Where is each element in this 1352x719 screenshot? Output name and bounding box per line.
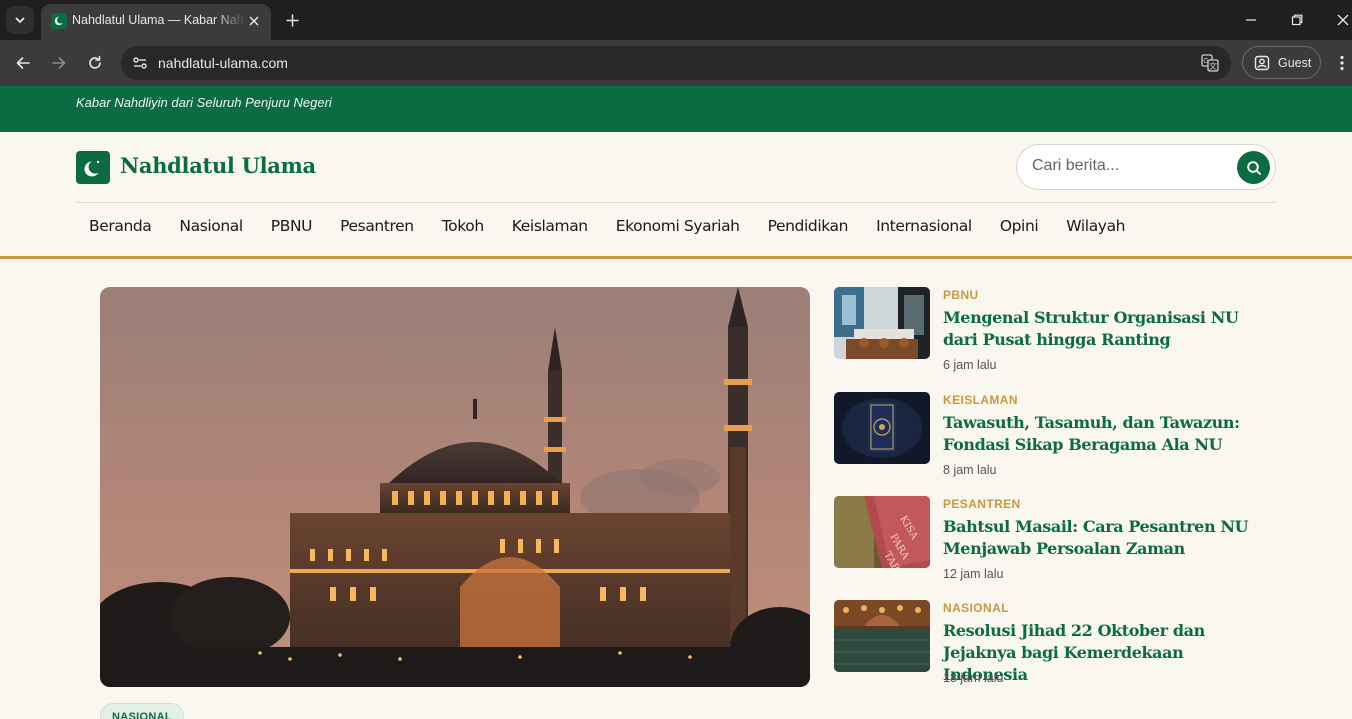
article-title[interactable]: Mengenal Struktur Organisasi NU dari Pus… [943,307,1263,351]
search-icon [1246,160,1261,175]
arrow-right-icon [52,57,66,69]
reload-icon [89,55,101,69]
nav-item-tokoh[interactable]: Tokoh [428,217,498,235]
side-article[interactable]: KEISLAMAN Tawasuth, Tasamuh, dan Tawazun… [834,392,1274,482]
main-navigation: Beranda Nasional PBNU Pesantren Tokoh Ke… [75,217,1139,235]
browser-tab-active[interactable]: Nahdlatul Ulama — Kabar Nahdliyin [41,4,271,40]
side-article[interactable]: KISA PARA TAB PESANTREN Bahtsul Masail: … [834,496,1274,586]
article-thumbnail[interactable] [834,287,930,359]
profile-label: Guest [1278,55,1312,70]
nav-item-nasional[interactable]: Nasional [165,217,256,235]
article-title[interactable]: Tawasuth, Tasamuh, dan Tawazun: Fondasi … [943,412,1263,456]
nav-item-pendidikan[interactable]: Pendidikan [754,217,862,235]
article-time: 12 jam lalu [943,567,1004,581]
article-title[interactable]: Bahtsul Masail: Cara Pesantren NU Menjaw… [943,516,1263,560]
site-logo-text[interactable]: Nahdlatul Ulama [120,153,316,178]
hero-image[interactable] [100,287,810,687]
article-category[interactable]: PBNU [943,288,979,302]
nav-item-pbnu[interactable]: PBNU [257,217,326,235]
profile-button[interactable]: Guest [1242,46,1321,79]
tab-search-button[interactable] [6,6,34,34]
article-time: 8 jam lalu [943,463,997,477]
browser-toolbar: nahdlatul-ulama.com 文G Guest [0,40,1352,86]
article-thumbnail[interactable] [834,392,930,464]
nav-item-beranda[interactable]: Beranda [75,217,165,235]
close-tab-icon[interactable] [245,12,263,30]
site-header: Nahdlatul Ulama Beranda Nasional PBNU Pe… [0,132,1352,259]
minimize-window-icon[interactable] [1243,12,1259,28]
plus-icon [286,14,298,26]
article-category[interactable]: KEISLAMAN [943,393,1018,407]
article-category[interactable]: NASIONAL [943,601,1009,615]
tab-title: Nahdlatul Ulama — Kabar Nahdliyin [72,13,246,27]
nav-item-wilayah[interactable]: Wilayah [1052,217,1139,235]
translate-icon[interactable]: 文G [1201,54,1219,72]
side-article[interactable]: PBNU Mengenal Struktur Organisasi NU dar… [834,287,1274,377]
restore-window-icon[interactable] [1289,12,1305,28]
side-article[interactable]: NASIONAL Resolusi Jihad 22 Oktober dan J… [834,600,1274,690]
article-thumbnail[interactable] [834,600,930,672]
nav-item-internasional[interactable]: Internasional [862,217,986,235]
search-button[interactable] [1237,151,1270,184]
article-category[interactable]: PESANTREN [943,497,1021,511]
header-divider [76,202,1276,203]
close-window-icon[interactable] [1335,12,1351,28]
browser-tab-bar: Nahdlatul Ulama — Kabar Nahdliyin [0,0,1352,40]
nav-item-ekonomi-syariah[interactable]: Ekonomi Syariah [602,217,754,235]
nav-item-opini[interactable]: Opini [986,217,1052,235]
svg-text:文: 文 [1209,61,1217,71]
arrow-left-icon [16,57,30,69]
article-time: 18 jam lalu [943,671,1004,685]
browser-menu-icon[interactable] [1334,53,1350,73]
crescent-logo-icon[interactable] [76,151,110,184]
article-time: 6 jam lalu [943,358,997,372]
back-button[interactable] [12,52,34,74]
url-text[interactable]: nahdlatul-ulama.com [158,55,288,71]
search-input[interactable] [1032,157,1222,175]
nav-item-keislaman[interactable]: Keislaman [498,217,602,235]
nav-item-pesantren[interactable]: Pesantren [326,217,428,235]
site-top-bar: Kabar Nahdliyin dari Seluruh Penjuru Neg… [0,86,1352,132]
site-tagline: Kabar Nahdliyin dari Seluruh Penjuru Neg… [76,95,332,110]
site-favicon-icon [51,13,67,29]
hero-category-badge[interactable]: NASIONAL [100,703,184,719]
forward-button[interactable] [48,52,70,74]
reload-button[interactable] [84,52,106,74]
search-box [1016,144,1276,190]
profile-icon [1254,55,1270,70]
article-thumbnail[interactable]: KISA PARA TAB [834,496,930,568]
site-info-icon[interactable] [129,52,151,74]
new-tab-button[interactable] [282,10,302,30]
chevron-down-icon [15,17,25,23]
svg-text:G: G [1203,57,1208,65]
address-bar[interactable]: nahdlatul-ulama.com 文G [121,46,1231,80]
